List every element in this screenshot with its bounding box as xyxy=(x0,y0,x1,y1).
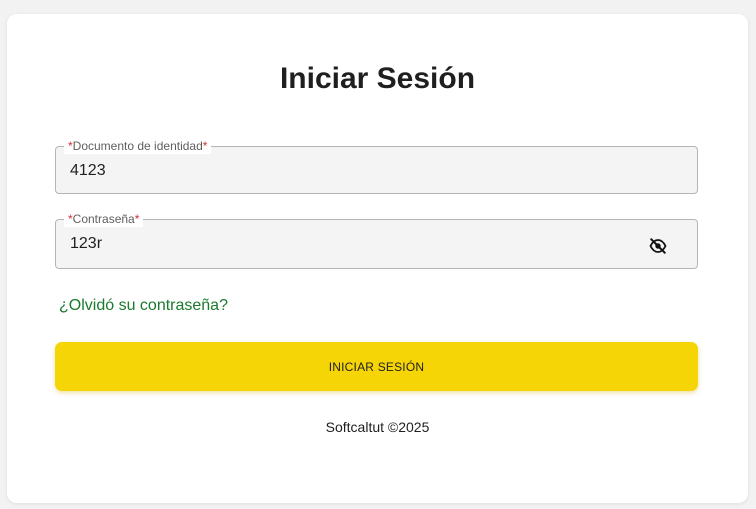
document-field-label: *Documento de identidad* xyxy=(64,138,212,154)
document-field[interactable]: *Documento de identidad* 4123 xyxy=(55,138,698,194)
password-input[interactable]: 123r xyxy=(70,234,102,254)
document-field-label-text: Documento de identidad xyxy=(72,139,203,153)
eye-off-icon[interactable] xyxy=(649,238,667,254)
document-input[interactable]: 4123 xyxy=(70,161,106,181)
login-button[interactable]: INICIAR SESIÓN xyxy=(55,342,698,391)
login-card: Iniciar Sesión *Documento de identidad* … xyxy=(7,14,748,503)
page-title: Iniciar Sesión xyxy=(279,62,476,95)
required-marker: * xyxy=(202,139,208,153)
footer-copyright: Softcaltut ©2025 xyxy=(325,419,430,435)
password-field[interactable]: *Contraseña* 123r xyxy=(55,211,698,269)
forgot-password-link[interactable]: ¿Olvidó su contraseña? xyxy=(59,296,228,316)
password-field-label-text: Contraseña xyxy=(72,212,135,226)
password-field-label: *Contraseña* xyxy=(64,211,144,227)
required-marker: * xyxy=(134,212,140,226)
